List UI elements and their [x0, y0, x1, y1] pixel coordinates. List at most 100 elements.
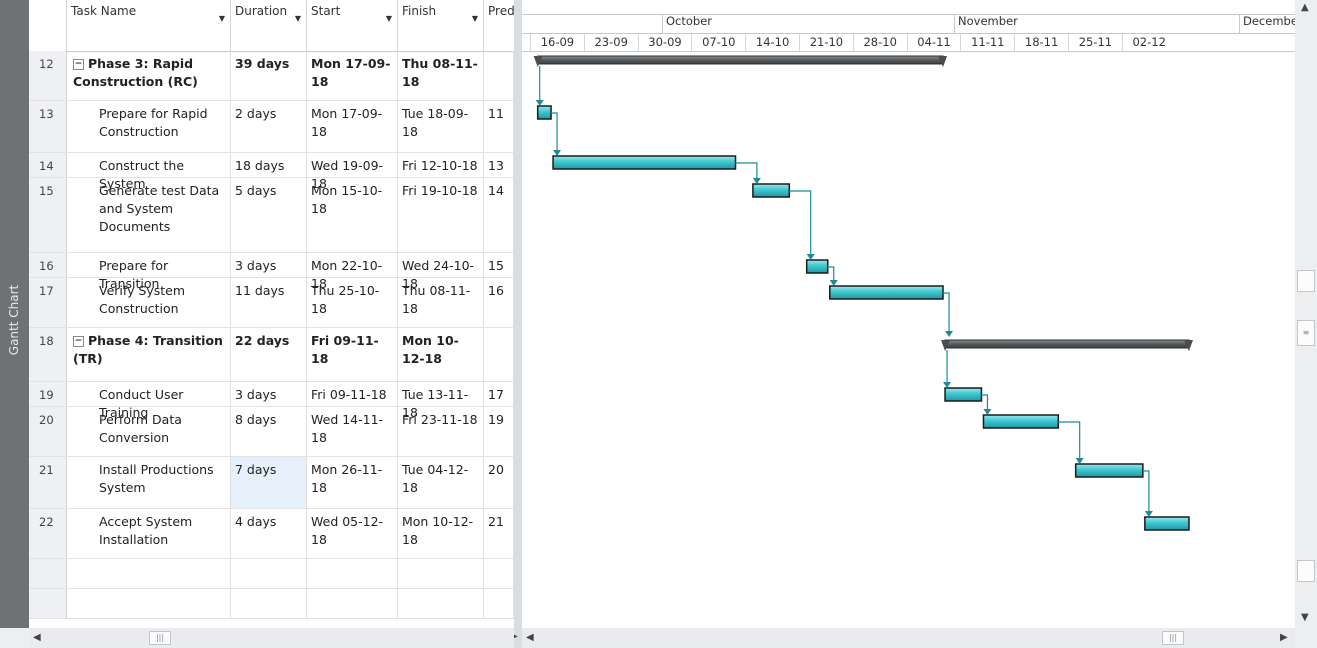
- duration-filter-icon[interactable]: ▼: [295, 14, 301, 23]
- task-start-cell[interactable]: Mon 15-10-18: [307, 178, 398, 252]
- collapse-icon[interactable]: −: [73, 59, 84, 70]
- task-duration-cell[interactable]: [231, 589, 307, 618]
- start-filter-icon[interactable]: ▼: [386, 14, 392, 23]
- task-name-cell[interactable]: − Phase 4: Transition (TR): [67, 328, 231, 381]
- summary-bar[interactable]: [537, 55, 944, 65]
- summary-bar[interactable]: [944, 339, 1190, 349]
- task-name-column-header[interactable]: Task Name ▼: [67, 0, 231, 51]
- empty-row[interactable]: [29, 589, 514, 619]
- grid-scroll-left-icon[interactable]: ◀: [33, 632, 41, 643]
- task-id-cell[interactable]: 19: [29, 382, 67, 406]
- task-name-filter-icon[interactable]: ▼: [219, 14, 225, 23]
- task-duration-cell[interactable]: 5 days: [231, 178, 307, 252]
- task-name-cell[interactable]: [67, 589, 231, 618]
- task-name-cell[interactable]: Verify System Construction: [67, 278, 231, 327]
- finish-filter-icon[interactable]: ▼: [472, 14, 478, 23]
- task-id-cell[interactable]: 15: [29, 178, 67, 252]
- table-row[interactable]: 20 Perform Data Conversion 8 days Wed 14-11…: [29, 407, 514, 457]
- task-finish-cell[interactable]: Tue 18-09-18: [398, 101, 484, 152]
- task-duration-cell[interactable]: 39 days: [231, 51, 307, 100]
- vertical-scroll-thumb-lower[interactable]: [1297, 560, 1315, 582]
- task-finish-cell[interactable]: Tue 13-11-18: [398, 382, 484, 420]
- task-predecessors-cell[interactable]: [484, 559, 514, 588]
- view-bar[interactable]: Gantt Chart: [0, 0, 29, 628]
- table-row[interactable]: 13 Prepare for Rapid Construction 2 days Mo…: [29, 101, 514, 153]
- task-finish-cell[interactable]: [398, 589, 484, 618]
- task-start-cell[interactable]: [307, 589, 398, 618]
- table-row[interactable]: 16 Prepare for Transition 3 days Mon 22-10-…: [29, 253, 514, 291]
- task-id-cell[interactable]: [29, 589, 67, 618]
- task-predecessors-cell[interactable]: [484, 51, 514, 100]
- task-duration-cell[interactable]: 2 days: [231, 101, 307, 152]
- task-start-cell[interactable]: Wed 05-12-18: [307, 509, 398, 558]
- task-start-cell[interactable]: Wed 14-11-18: [307, 407, 398, 456]
- task-predecessors-cell[interactable]: 14: [484, 178, 514, 252]
- task-id-cell[interactable]: 22: [29, 509, 67, 558]
- task-finish-cell[interactable]: Thu 08-11-18: [398, 278, 484, 327]
- task-finish-cell[interactable]: Thu 08-11-18: [398, 51, 484, 100]
- task-id-cell[interactable]: 12: [29, 51, 67, 100]
- task-finish-cell[interactable]: Fri 23-11-18: [398, 407, 484, 456]
- predecessors-column-header[interactable]: Prede: [484, 0, 514, 51]
- task-name-cell[interactable]: − Phase 3: Rapid Construction (RC): [67, 51, 231, 100]
- task-predecessors-cell[interactable]: 21: [484, 509, 514, 558]
- chart-scroll-left-icon[interactable]: ◀: [526, 632, 534, 643]
- task-bar[interactable]: [552, 155, 737, 170]
- task-name-cell[interactable]: Perform Data Conversion: [67, 407, 231, 456]
- task-duration-cell[interactable]: 8 days: [231, 407, 307, 456]
- task-bar[interactable]: [828, 285, 944, 300]
- task-start-cell[interactable]: Mon 22-10-18: [307, 253, 398, 291]
- task-finish-cell[interactable]: Wed 24-10-18: [398, 253, 484, 291]
- task-bar[interactable]: [1144, 516, 1190, 531]
- task-start-cell[interactable]: Mon 17-09-18: [307, 101, 398, 152]
- task-name-cell[interactable]: Generate test Data and System Documents: [67, 178, 231, 252]
- task-name-cell[interactable]: [67, 559, 231, 588]
- task-duration-cell[interactable]: 11 days: [231, 278, 307, 327]
- vertical-scroll-thumb[interactable]: ≡: [1297, 320, 1315, 346]
- table-row[interactable]: 19 Conduct User Training 3 days Fri 09-11-1…: [29, 382, 514, 420]
- vertical-scroll-thumb-upper[interactable]: [1297, 270, 1315, 292]
- task-predecessors-cell[interactable]: 16: [484, 278, 514, 327]
- task-predecessors-cell[interactable]: 13: [484, 153, 514, 177]
- task-bar[interactable]: [1074, 463, 1144, 478]
- task-id-cell[interactable]: 20: [29, 407, 67, 456]
- task-start-cell[interactable]: Thu 25-10-18: [307, 278, 398, 327]
- task-finish-cell[interactable]: Mon 10-12-18: [398, 509, 484, 558]
- grid-scroll-thumb[interactable]: |||: [149, 631, 171, 645]
- task-start-cell[interactable]: Fri 09-11-18: [307, 328, 398, 381]
- task-predecessors-cell[interactable]: 15: [484, 253, 514, 277]
- chart-scroll-thumb[interactable]: |||: [1162, 631, 1184, 645]
- task-id-cell[interactable]: 14: [29, 153, 67, 177]
- table-row[interactable]: 21 Install Productions System 7 days Mon 26…: [29, 457, 514, 509]
- task-predecessors-cell[interactable]: 17: [484, 382, 514, 406]
- collapse-icon[interactable]: −: [73, 336, 84, 347]
- chart-horizontal-scrollbar[interactable]: ◀ ||| ▶: [522, 628, 1295, 648]
- task-bar[interactable]: [536, 105, 552, 120]
- duration-column-header[interactable]: Duration ▼: [231, 0, 307, 51]
- start-column-header[interactable]: Start ▼: [307, 0, 398, 51]
- table-row[interactable]: 18 − Phase 4: Transition (TR) 22 days Fri 09…: [29, 328, 514, 382]
- task-name-cell[interactable]: Prepare for Rapid Construction: [67, 101, 231, 152]
- task-finish-cell[interactable]: Fri 19-10-18: [398, 178, 484, 252]
- task-duration-cell[interactable]: [231, 559, 307, 588]
- task-duration-cell[interactable]: 22 days: [231, 328, 307, 381]
- task-start-cell[interactable]: Mon 17-09-18: [307, 51, 398, 100]
- task-bar[interactable]: [944, 387, 983, 402]
- task-finish-cell[interactable]: Tue 04-12-18: [398, 457, 484, 508]
- task-start-cell[interactable]: [307, 559, 398, 588]
- task-start-cell[interactable]: Wed 19-09-18: [307, 153, 398, 191]
- task-id-cell[interactable]: 16: [29, 253, 67, 277]
- task-name-cell[interactable]: Construct the System: [67, 153, 231, 191]
- task-id-cell[interactable]: 18: [29, 328, 67, 381]
- chart-vertical-scrollbar[interactable]: ▲ ≡ ▼: [1295, 0, 1317, 628]
- task-duration-cell[interactable]: 7 days: [231, 457, 307, 508]
- scroll-down-icon[interactable]: ▼: [1301, 612, 1309, 623]
- task-name-cell[interactable]: Install Productions System: [67, 457, 231, 508]
- table-row[interactable]: 22 Accept System Installation 4 days Wed 05…: [29, 509, 514, 559]
- table-row[interactable]: 12 − Phase 3: Rapid Construction (RC) 39 da…: [29, 51, 514, 101]
- task-bar[interactable]: [752, 183, 791, 198]
- task-predecessors-cell[interactable]: [484, 328, 514, 381]
- task-predecessors-cell[interactable]: 20: [484, 457, 514, 508]
- pane-splitter[interactable]: ▶: [510, 0, 522, 648]
- table-row[interactable]: 17 Verify System Construction 11 days Thu 2…: [29, 278, 514, 328]
